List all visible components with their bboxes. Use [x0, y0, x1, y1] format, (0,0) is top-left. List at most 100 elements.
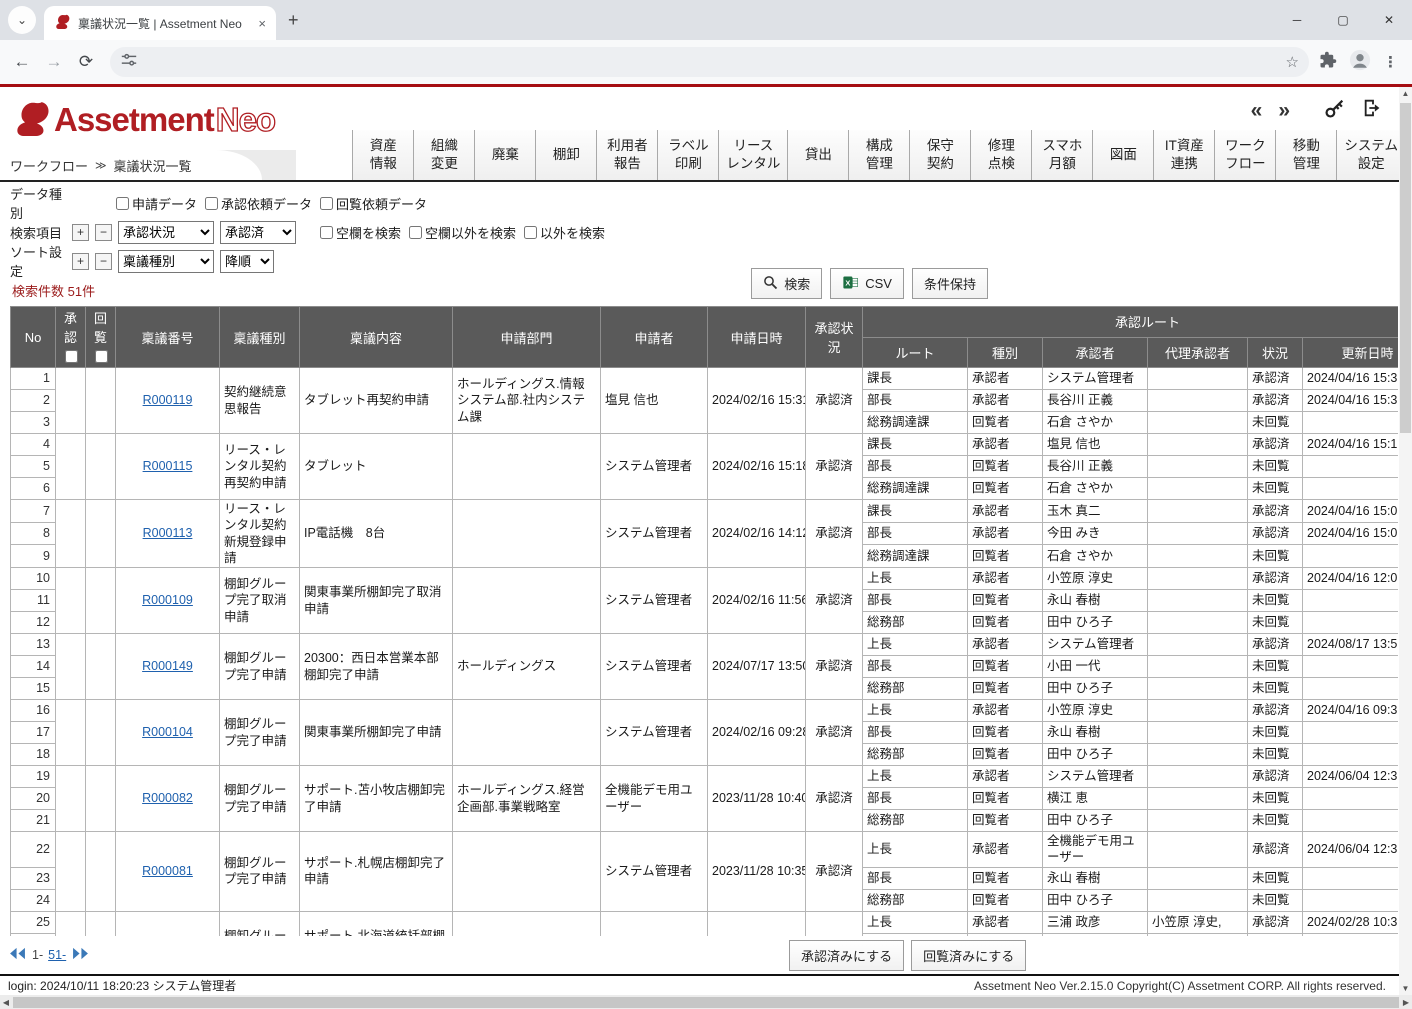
page-link[interactable]: 51-	[48, 948, 66, 962]
ringi-id-link[interactable]: R000109	[142, 593, 193, 607]
search-option-checkbox[interactable]	[409, 226, 422, 239]
vertical-scroll-thumb[interactable]	[1400, 103, 1411, 433]
browser-toolbar: ← → ⟳ ☆ ⋮	[0, 40, 1412, 84]
apply-dept-cell	[453, 832, 601, 912]
collapse-left-icon[interactable]: «	[1251, 100, 1263, 121]
approval-status-cell: 承認済	[806, 700, 863, 766]
nav-item[interactable]: 廃棄	[474, 130, 535, 180]
search-option-checkbox-item[interactable]: 空欄を検索	[320, 223, 401, 242]
approve-all-checkbox[interactable]	[65, 350, 78, 363]
logout-icon[interactable]	[1362, 97, 1384, 124]
nav-item[interactable]: 組織 変更	[413, 130, 474, 180]
mark-circulated-button[interactable]: 回覧済みにする	[911, 940, 1026, 971]
nav-item[interactable]: 保守 契約	[909, 130, 970, 180]
address-bar[interactable]: ☆	[110, 47, 1309, 77]
breadcrumb-root[interactable]: ワークフロー	[10, 156, 88, 175]
mark-approved-button[interactable]: 承認済みにする	[789, 940, 904, 971]
ringi-id-link[interactable]: R000104	[142, 725, 193, 739]
view-all-checkbox[interactable]	[95, 350, 108, 363]
extensions-puzzle-icon[interactable]	[1319, 51, 1337, 74]
data-type-checkbox[interactable]	[116, 197, 129, 210]
route-cell: 総務部	[863, 678, 968, 700]
maximize-button[interactable]: ▢	[1320, 0, 1366, 40]
scroll-down-icon[interactable]: ▼	[1399, 984, 1412, 993]
nav-item[interactable]: ワーク フロー	[1214, 130, 1275, 180]
route-cell: 総務部	[863, 810, 968, 832]
close-window-button[interactable]: ✕	[1366, 0, 1412, 40]
updated-date-cell	[1303, 744, 1399, 766]
app-logo[interactable]: AssetmentNeo	[10, 98, 275, 141]
nav-item[interactable]: リース レンタル	[718, 130, 787, 180]
search-remove-button[interactable]: −	[95, 224, 112, 241]
ringi-id-link[interactable]: R000119	[143, 393, 193, 407]
vertical-scrollbar[interactable]: ▲ ▼	[1399, 87, 1412, 995]
new-tab-button[interactable]: +	[288, 10, 299, 31]
ringi-id-link[interactable]: R000149	[142, 659, 193, 673]
csv-button[interactable]: X CSV	[830, 268, 904, 299]
nav-item[interactable]: 修理 点検	[970, 130, 1031, 180]
search-option-checkbox-item[interactable]: 以外を検索	[524, 223, 605, 242]
data-type-checkbox[interactable]	[320, 197, 333, 210]
sort-remove-button[interactable]: −	[95, 253, 112, 270]
ringi-id-link[interactable]: R000115	[143, 459, 193, 473]
nav-item[interactable]: 移動 管理	[1275, 130, 1336, 180]
bookmark-star-icon[interactable]: ☆	[1286, 53, 1299, 71]
reload-icon[interactable]: ⟳	[72, 48, 100, 76]
route-state-cell: 未回覧	[1248, 788, 1303, 810]
profile-avatar[interactable]	[1349, 49, 1371, 76]
search-option-checkbox-item[interactable]: 空欄以外を検索	[409, 223, 516, 242]
applicant-cell: 全機能デモ用ユーザー	[601, 766, 708, 832]
applied-date-cell: 2024/02/16 11:56	[708, 568, 806, 634]
nav-item[interactable]: 棚卸	[535, 130, 596, 180]
nav-item[interactable]: 貸出	[787, 130, 848, 180]
horizontal-scrollbar[interactable]: ◀ ▶	[0, 995, 1412, 1009]
ringi-id-link[interactable]: R000082	[142, 791, 193, 805]
nav-item[interactable]: 資産 情報	[352, 130, 413, 180]
nav-item[interactable]: 利用者 報告	[596, 130, 657, 180]
search-field-select[interactable]: 承認状況	[118, 221, 214, 244]
horizontal-scroll-thumb[interactable]	[13, 997, 1399, 1008]
data-type-checkbox-item[interactable]: 承認依頼データ	[205, 194, 312, 213]
browser-menu-kebab-icon[interactable]: ⋮	[1383, 53, 1398, 71]
forward-icon[interactable]: →	[40, 48, 68, 76]
search-button[interactable]: 検索	[751, 268, 822, 299]
search-option-checkbox[interactable]	[320, 226, 333, 239]
nav-item[interactable]: IT資産 連携	[1153, 130, 1214, 180]
collapse-right-icon[interactable]: »	[1278, 100, 1290, 121]
data-type-checkbox[interactable]	[205, 197, 218, 210]
sort-field-select[interactable]: 稟議種別	[118, 250, 214, 273]
last-page-icon[interactable]	[71, 947, 90, 963]
data-type-checkbox-item[interactable]: 回覧依頼データ	[320, 194, 427, 213]
approval-status-cell: 承認済	[806, 568, 863, 634]
nav-item[interactable]: 構成 管理	[848, 130, 909, 180]
ringi-id-link[interactable]: R000113	[143, 526, 193, 540]
search-option-checkbox[interactable]	[524, 226, 537, 239]
tune-icon[interactable]	[120, 51, 138, 74]
nav-item[interactable]: ラベル 印刷	[657, 130, 718, 180]
first-page-icon[interactable]	[8, 947, 27, 963]
search-add-button[interactable]: +	[72, 224, 89, 241]
password-key-icon[interactable]	[1324, 97, 1346, 124]
proxy-approver-cell	[1148, 766, 1248, 788]
ringi-content-cell: タブレット	[300, 434, 453, 500]
nav-item[interactable]: 図面	[1092, 130, 1153, 180]
sort-add-button[interactable]: +	[72, 253, 89, 270]
browser-tab[interactable]: 稟議状況一覧 | Assetment Neo ×	[44, 6, 276, 40]
scroll-left-icon[interactable]: ◀	[0, 998, 12, 1007]
tab-search-button[interactable]: ⌄	[8, 6, 36, 34]
sort-order-select[interactable]: 降順	[220, 250, 274, 273]
table-row: 4R000115リース・レンタル契約 再契約申請タブレットシステム管理者2024…	[11, 434, 1399, 456]
scroll-up-icon[interactable]: ▲	[1399, 89, 1412, 98]
route-state-cell: 未回覧	[1248, 612, 1303, 634]
approver-cell: 塩見 信也	[1043, 434, 1148, 456]
keep-conditions-button[interactable]: 条件保持	[912, 268, 988, 299]
back-icon[interactable]: ←	[8, 48, 36, 76]
search-value-select[interactable]: 承認済	[220, 221, 296, 244]
tab-close-icon[interactable]: ×	[258, 16, 266, 31]
ringi-id-link[interactable]: R000081	[142, 864, 193, 878]
nav-item[interactable]: システム 設定	[1336, 130, 1406, 180]
nav-item[interactable]: スマホ 月額	[1031, 130, 1092, 180]
scroll-right-icon[interactable]: ▶	[1400, 998, 1412, 1007]
minimize-button[interactable]: ─	[1274, 0, 1320, 40]
data-type-checkbox-item[interactable]: 申請データ	[116, 194, 197, 213]
